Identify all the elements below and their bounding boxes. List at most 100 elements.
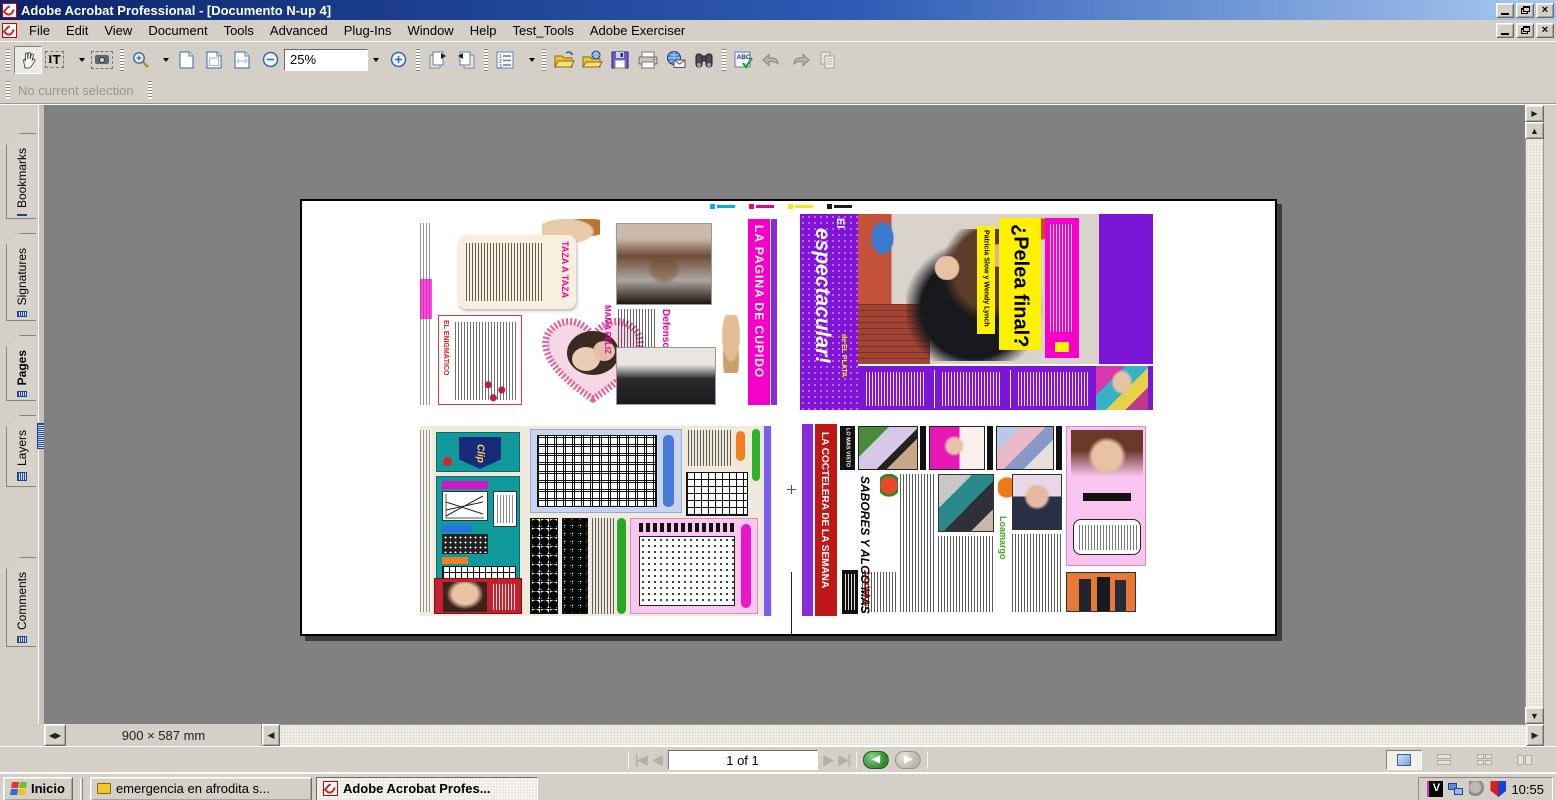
pane-options-button[interactable]: ▶ — [1525, 105, 1544, 122]
sidebar-tab-signatures[interactable]: Signatures — [6, 233, 36, 321]
last-page-button[interactable]: ▶| — [839, 752, 851, 768]
zoom-tool-button[interactable] — [128, 46, 172, 74]
tab-grip[interactable] — [17, 311, 27, 317]
menu-item-edit[interactable]: Edit — [58, 21, 96, 40]
hscrollbar-track[interactable] — [280, 724, 1526, 746]
toolbar-grip[interactable] — [6, 81, 10, 99]
menu-item-tools[interactable]: Tools — [216, 21, 262, 40]
minimize-button[interactable] — [1496, 3, 1514, 18]
zoom-in-button[interactable] — [384, 46, 412, 74]
scroll-up-button[interactable]: ▲ — [1525, 122, 1544, 139]
menu-item-window[interactable]: Window — [399, 21, 461, 40]
pane-toggle-button[interactable]: ◀▶ — [44, 724, 66, 746]
scroll-right-button[interactable]: ▶ — [1526, 724, 1544, 746]
menu-item-file[interactable]: File — [21, 21, 58, 40]
crossword-grid — [537, 435, 657, 507]
start-button[interactable]: Inicio — [3, 777, 73, 800]
doc-restore-button[interactable] — [1516, 23, 1534, 38]
fit-width-button[interactable] — [228, 46, 256, 74]
next-page-view-button[interactable] — [424, 46, 452, 74]
scrollbar-track[interactable] — [1525, 139, 1544, 707]
tab-grip[interactable] — [17, 214, 27, 216]
menu-item-view[interactable]: View — [96, 21, 140, 40]
continuous-layout-button[interactable] — [1426, 750, 1462, 770]
kicker-label: Patricia Slow y Wendy Lynch — [977, 226, 995, 334]
text-select-tool-button[interactable]: IT — [42, 46, 88, 74]
toolbar-grip[interactable] — [416, 49, 420, 71]
menu-item-document[interactable]: Document — [140, 21, 215, 40]
email-button[interactable] — [662, 46, 690, 74]
toolbar-grip[interactable] — [148, 81, 152, 99]
tray-v-icon[interactable]: V — [1427, 781, 1443, 797]
search-button[interactable] — [690, 46, 718, 74]
sidebar-tab-comments[interactable]: Comments — [6, 557, 36, 647]
taskbar-task-1[interactable]: Adobe Acrobat Profes... — [316, 777, 538, 800]
sidebar-tab-bookmarks[interactable]: Bookmarks — [6, 133, 36, 219]
task-label: Adobe Acrobat Profes... — [343, 781, 491, 796]
task-label: emergencia en afrodita s... — [116, 781, 270, 796]
vertical-scrollbar[interactable]: ▶ ▲ ▼ — [1525, 105, 1544, 724]
sidebar-tab-label: Layers — [15, 430, 29, 466]
tray-shield-icon[interactable] — [1490, 781, 1506, 797]
menu-item-test-tools[interactable]: Test_Tools — [504, 21, 581, 40]
taskbar-task-0[interactable]: emergencia en afrodita s... — [90, 777, 312, 800]
tray-network-icon[interactable] — [1448, 781, 1464, 797]
redo-button[interactable] — [786, 46, 814, 74]
facing-layout-button[interactable] — [1506, 750, 1542, 770]
actual-size-button[interactable] — [172, 46, 200, 74]
continuous-facing-layout-button[interactable] — [1466, 750, 1502, 770]
open-button[interactable] — [550, 46, 578, 74]
tab-grip[interactable] — [17, 391, 27, 397]
spell-check-button[interactable]: ABC — [730, 46, 758, 74]
zoom-dropdown-button[interactable] — [368, 46, 384, 74]
scroll-left-button[interactable]: ◀ — [262, 724, 280, 746]
document-icon[interactable] — [2, 23, 17, 38]
copy-button[interactable] — [814, 46, 842, 74]
toolbar-grip[interactable] — [542, 49, 546, 71]
hand-tool-button[interactable] — [14, 46, 42, 74]
open-web-page-button[interactable] — [578, 46, 606, 74]
undo-arrow-icon — [761, 50, 783, 70]
toolbar-grip[interactable] — [6, 49, 10, 71]
tray-audio-icon[interactable] — [1469, 781, 1485, 797]
menu-item-help[interactable]: Help — [462, 21, 505, 40]
document-pane[interactable]: TAZA A TAZA EL ENIGMÁTICO MAMA FELIZ Def… — [44, 105, 1525, 724]
previous-page-button[interactable]: ◀ — [653, 752, 662, 768]
doc-minimize-button[interactable] — [1496, 23, 1514, 38]
toolbar-grip[interactable] — [120, 49, 124, 71]
next-page-button[interactable]: ▶ — [824, 752, 833, 768]
zoom-level-input[interactable] — [284, 49, 368, 71]
menu-item-plug-ins[interactable]: Plug-Ins — [336, 21, 400, 40]
close-button[interactable]: × — [1536, 3, 1554, 18]
previous-view-button[interactable]: ◀ — [863, 751, 889, 769]
single-page-layout-button[interactable] — [1386, 750, 1422, 770]
menu-item-advanced[interactable]: Advanced — [262, 21, 336, 40]
sidebar-tab-pages[interactable]: Pages — [6, 335, 36, 401]
snapshot-tool-button[interactable] — [88, 46, 116, 74]
menu-item-adobe-exerciser[interactable]: Adobe Exerciser — [582, 21, 693, 40]
masthead-sub: de EL PLATA — [840, 334, 847, 377]
doc-close-button[interactable]: × — [1536, 23, 1554, 38]
first-page-button[interactable]: |◀ — [635, 752, 647, 768]
page-position-field[interactable]: 1 of 1 — [668, 750, 818, 770]
task-list-button[interactable]: 123 — [492, 46, 538, 74]
tab-grip[interactable] — [17, 636, 27, 643]
window-title: Adobe Acrobat Professional - [Documento … — [21, 3, 1496, 18]
toolbar-grip[interactable] — [722, 49, 726, 71]
undo-button[interactable] — [758, 46, 786, 74]
zoom-out-button[interactable] — [256, 46, 284, 74]
folder-globe-icon — [581, 50, 603, 70]
next-view-button[interactable]: ▶ — [895, 751, 921, 769]
save-button[interactable] — [606, 46, 634, 74]
previous-page-view-button[interactable] — [452, 46, 480, 74]
fit-page-button[interactable] — [200, 46, 228, 74]
scroll-down-button[interactable]: ▼ — [1525, 707, 1544, 724]
tab-grip[interactable] — [17, 472, 27, 481]
navigation-tab-strip: Bookmarks Signatures Pages Layers Comments — [0, 105, 44, 724]
text-select-icon: IT — [45, 51, 64, 68]
toolbar-grip[interactable] — [484, 49, 488, 71]
sidebar-tab-layers[interactable]: Layers — [6, 415, 36, 487]
restore-button[interactable] — [1516, 3, 1534, 18]
word-block — [688, 430, 732, 466]
print-button[interactable] — [634, 46, 662, 74]
